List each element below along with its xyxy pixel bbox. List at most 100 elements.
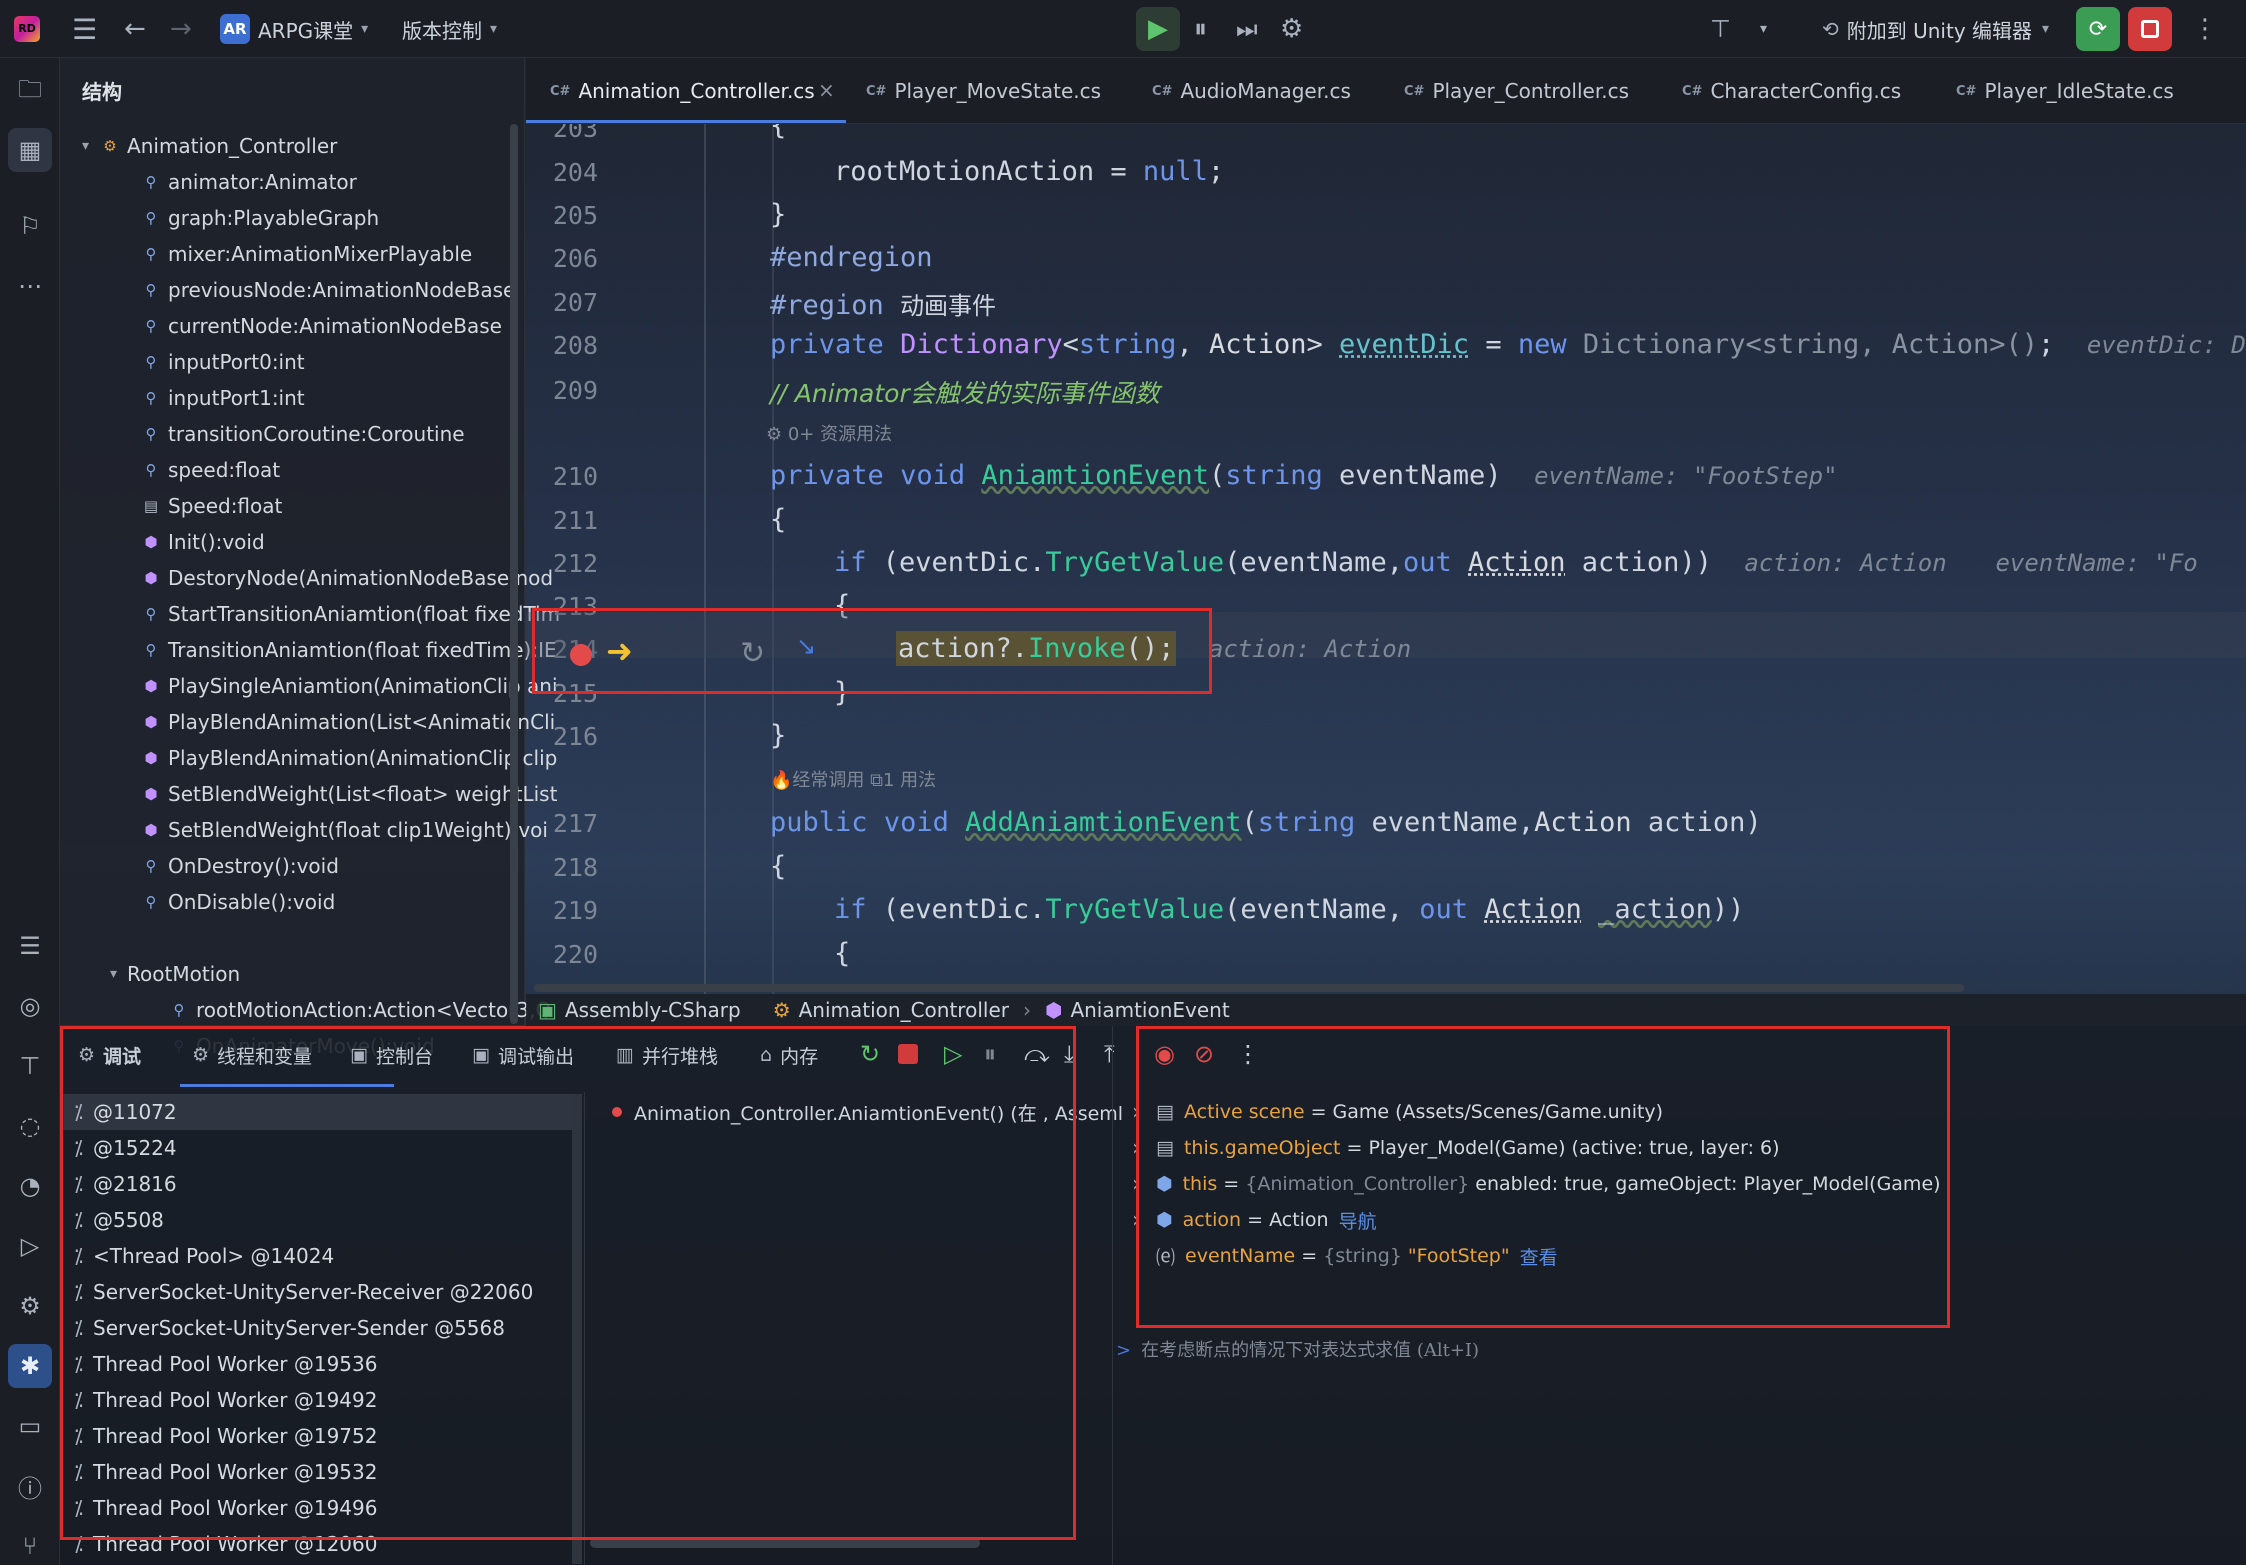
- tree-item-label: currentNode:AnimationNodeBase: [168, 314, 502, 338]
- tree-item-label: mixer:AnimationMixerPlayable: [168, 242, 473, 266]
- run-icon[interactable]: ▷: [8, 1224, 52, 1268]
- run-button[interactable]: ▶: [1136, 0, 1180, 58]
- tree-item[interactable]: ⚲ StartTransitionAniamtion(float fixedTim: [140, 596, 561, 632]
- line-number[interactable]: 217: [526, 809, 598, 838]
- scrollbar[interactable]: [510, 124, 518, 1024]
- csharp-file-icon: C#: [1682, 83, 1703, 99]
- editor-tab[interactable]: C# Player_Controller.cs: [1404, 58, 1629, 124]
- tree-item[interactable]: ⚲ mixer:AnimationMixerPlayable: [140, 236, 473, 272]
- tree-root[interactable]: ▾ ⚙ Animation_Controller: [82, 128, 337, 164]
- bookmark-icon[interactable]: ⚐: [8, 204, 52, 248]
- code-editor[interactable]: 2032042052062072082092102112122132142152…: [526, 124, 2246, 994]
- more-vertical-icon[interactable]: ⋮: [2192, 0, 2218, 58]
- evaluate-expression-input[interactable]: > 在考虑断点的情况下对表达式求值 (Alt+I): [1116, 1336, 1479, 1362]
- tree-item[interactable]: ⚲ speed:float: [140, 452, 281, 488]
- settings-icon[interactable]: ⚙: [8, 1284, 52, 1328]
- step-icon[interactable]: ⏭: [1236, 0, 1258, 58]
- debug-settings-icon[interactable]: ⚙: [1280, 0, 1303, 58]
- terminal-icon[interactable]: ▭: [8, 1404, 52, 1448]
- horizontal-scrollbar[interactable]: [534, 984, 1964, 992]
- tree-item[interactable]: ⬢ DestoryNode(AnimationNodeBase nod: [140, 560, 553, 596]
- tree-item-label: DestoryNode(AnimationNodeBase nod: [168, 566, 554, 590]
- tree-item-label: transitionCoroutine:Coroutine: [168, 422, 465, 446]
- inline-hint: eventDic: D: [2086, 331, 2246, 359]
- pause-icon[interactable]: ⏸: [1194, 0, 1207, 58]
- breadcrumb-item[interactable]: Assembly-CSharp: [565, 998, 741, 1022]
- line-number[interactable]: 209: [526, 376, 598, 405]
- line-number[interactable]: 207: [526, 288, 598, 317]
- tree-item[interactable]: ⬢ PlayBlendAnimation(AnimationClip clip: [140, 740, 557, 776]
- chevron-down-icon[interactable]: ▾: [1760, 0, 1767, 58]
- tree-item[interactable]: ⚲ currentNode:AnimationNodeBase: [140, 308, 502, 344]
- tree-item[interactable]: ⚲ previousNode:AnimationNodeBase: [140, 272, 516, 308]
- build-icon[interactable]: ⊤: [8, 1044, 52, 1088]
- breadcrumb-item[interactable]: AniamtionEvent: [1070, 998, 1229, 1022]
- app-logo[interactable]: RD: [14, 0, 40, 58]
- project-selector[interactable]: AR ARPG课堂 ▾: [220, 0, 368, 58]
- attach-unity-button[interactable]: ⟲ 附加到 Unity 编辑器 ▾: [1822, 0, 2049, 58]
- line-number[interactable]: 203: [526, 124, 598, 143]
- line-number[interactable]: 204: [526, 158, 598, 187]
- line-number[interactable]: 211: [526, 506, 598, 535]
- debug-unity-button[interactable]: ⟳: [2076, 0, 2120, 58]
- back-arrow-icon[interactable]: ←: [124, 0, 146, 58]
- line-number[interactable]: 208: [526, 331, 598, 360]
- stop-button[interactable]: [2128, 0, 2172, 58]
- structure-icon[interactable]: ▦: [8, 128, 52, 172]
- code-line: {: [770, 124, 787, 141]
- tree-item[interactable]: ⚲ OnDestroy():void: [140, 848, 339, 884]
- usage-hint[interactable]: 🔥经常调用 ⧉1 用法: [770, 766, 936, 792]
- breadcrumb-item[interactable]: Animation_Controller: [799, 998, 1009, 1022]
- attach-label: 附加到 Unity 编辑器: [1846, 18, 2033, 43]
- tree-item[interactable]: ⚲ graph:PlayableGraph: [140, 200, 380, 236]
- tree-item[interactable]: ⚲ OnDisable():void: [140, 884, 336, 920]
- tree-item[interactable]: ⚲ TransitionAniamtion(float fixedTime):IE: [140, 632, 557, 668]
- editor-tab[interactable]: C# Animation_Controller.cs: [550, 58, 815, 124]
- vcs-menu[interactable]: 版本控制 ▾: [402, 0, 497, 58]
- method-icon: ⬢: [144, 785, 158, 803]
- tree-item[interactable]: ⬢ PlayBlendAnimation(List<AnimationCli: [140, 704, 555, 740]
- csharp-file-icon: C#: [1404, 83, 1425, 99]
- tree-item[interactable]: ▤ Speed:float: [140, 488, 282, 524]
- line-number[interactable]: 219: [526, 896, 598, 925]
- main-menu-icon[interactable]: ☰: [72, 0, 97, 58]
- build-icon[interactable]: ⊤: [1710, 0, 1731, 58]
- profiler-icon[interactable]: ◔: [8, 1164, 52, 1208]
- editor-tab[interactable]: C# Player_IdleState.cs: [1956, 58, 2174, 124]
- tree-item[interactable]: ⬢ SetBlendWeight(List<float> weightList: [140, 776, 557, 812]
- line-number[interactable]: 220: [526, 940, 598, 969]
- folder-icon[interactable]: 🗀: [8, 70, 52, 114]
- editor-tab[interactable]: C# Player_MoveState.cs: [866, 58, 1101, 124]
- git-icon[interactable]: ⑂: [8, 1524, 52, 1565]
- list-icon[interactable]: ☰: [8, 924, 52, 968]
- line-number[interactable]: 205: [526, 201, 598, 230]
- tree-item[interactable]: ⬢ SetBlendWeight(float clip1Weight):voi: [140, 812, 548, 848]
- tree-item[interactable]: ⬢ PlaySingleAniamtion(AnimationClip ani: [140, 668, 557, 704]
- close-tab-icon[interactable]: ×: [818, 78, 835, 102]
- line-number[interactable]: 216: [526, 722, 598, 751]
- tree-item[interactable]: ⚲ animator:Animator: [140, 164, 357, 200]
- editor-tab[interactable]: C# AudioManager.cs: [1152, 58, 1351, 124]
- usage-hint[interactable]: ⚙ 0+ 资源用法: [766, 420, 892, 446]
- tree-item[interactable]: ⚲ transitionCoroutine:Coroutine: [140, 416, 465, 452]
- tree-item[interactable]: ⬢ Init():void: [140, 524, 264, 560]
- tree-group[interactable]: ▾ RootMotion: [110, 956, 240, 992]
- problems-icon[interactable]: ⓘ: [8, 1464, 52, 1508]
- tree-item[interactable]: ⚲ rootMotionAction:Action<Vector3,Q: [168, 992, 552, 1028]
- line-number[interactable]: 210: [526, 462, 598, 491]
- forward-arrow-icon[interactable]: →: [170, 0, 192, 58]
- line-number[interactable]: 212: [526, 549, 598, 578]
- code-line: public void AddAniamtionEvent(string eve…: [770, 807, 1762, 838]
- more-icon[interactable]: ⋯: [8, 264, 52, 308]
- tree-item[interactable]: ⚲ inputPort0:int: [140, 344, 305, 380]
- line-number[interactable]: 206: [526, 244, 598, 273]
- editor-tab[interactable]: C# CharacterConfig.cs: [1682, 58, 1901, 124]
- tree-item[interactable]: ⚲ inputPort1:int: [140, 380, 305, 416]
- step-out-icon[interactable]: ⤒: [1104, 1040, 1115, 1068]
- title-bar: RD ☰ ← → AR ARPG课堂 ▾ 版本控制 ▾ ▶ ⏸ ⏭ ⚙ ⊤ ▾ …: [0, 0, 2246, 58]
- debug-icon[interactable]: ✱: [8, 1344, 52, 1388]
- line-number[interactable]: 218: [526, 853, 598, 882]
- unity-log-icon[interactable]: ◌: [8, 1104, 52, 1148]
- inline-hint: eventName: "FootStep": [1534, 462, 1838, 490]
- services-icon[interactable]: ◎: [8, 984, 52, 1028]
